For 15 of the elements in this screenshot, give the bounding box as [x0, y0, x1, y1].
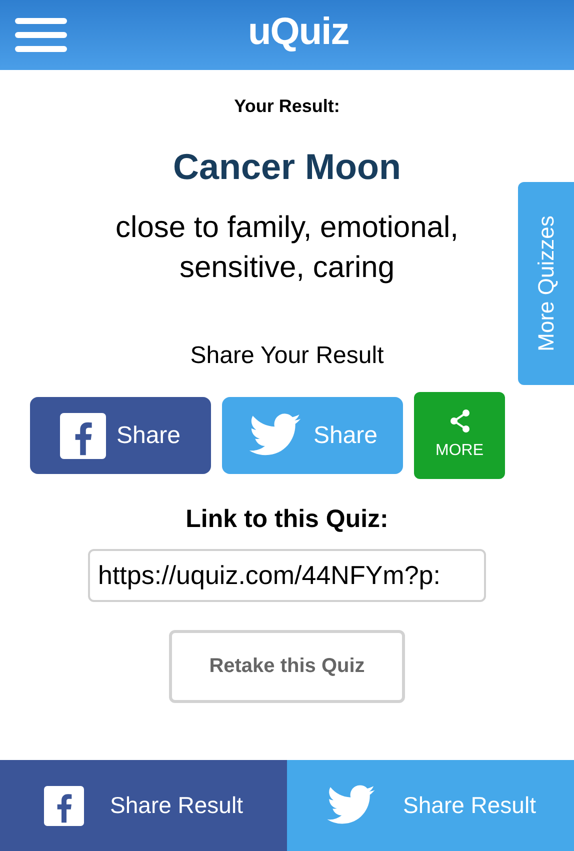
facebook-share-button[interactable]: Share Result — [0, 760, 287, 851]
retake-button[interactable]: Retake this Quiz — [169, 630, 405, 702]
facebook-icon — [60, 412, 106, 458]
share-icon — [448, 408, 470, 432]
link-heading: Link to this Quiz: — [186, 504, 388, 535]
logo: uQuiz — [248, 12, 349, 52]
result-label: Your Result: — [234, 95, 340, 118]
share-heading: Share Your Result — [190, 341, 384, 371]
menu-button[interactable] — [15, 15, 67, 55]
facebook-share-button[interactable]: Share — [30, 397, 211, 474]
result-description: close to family, emotional, sensitive, caring — [114, 210, 460, 286]
facebook-icon — [44, 786, 84, 826]
result-title: Cancer Moon — [172, 145, 402, 189]
more-share-button[interactable]: MORE — [414, 392, 505, 479]
link-field[interactable]: https://uquiz.com/44NFYm?p: — [88, 548, 486, 602]
